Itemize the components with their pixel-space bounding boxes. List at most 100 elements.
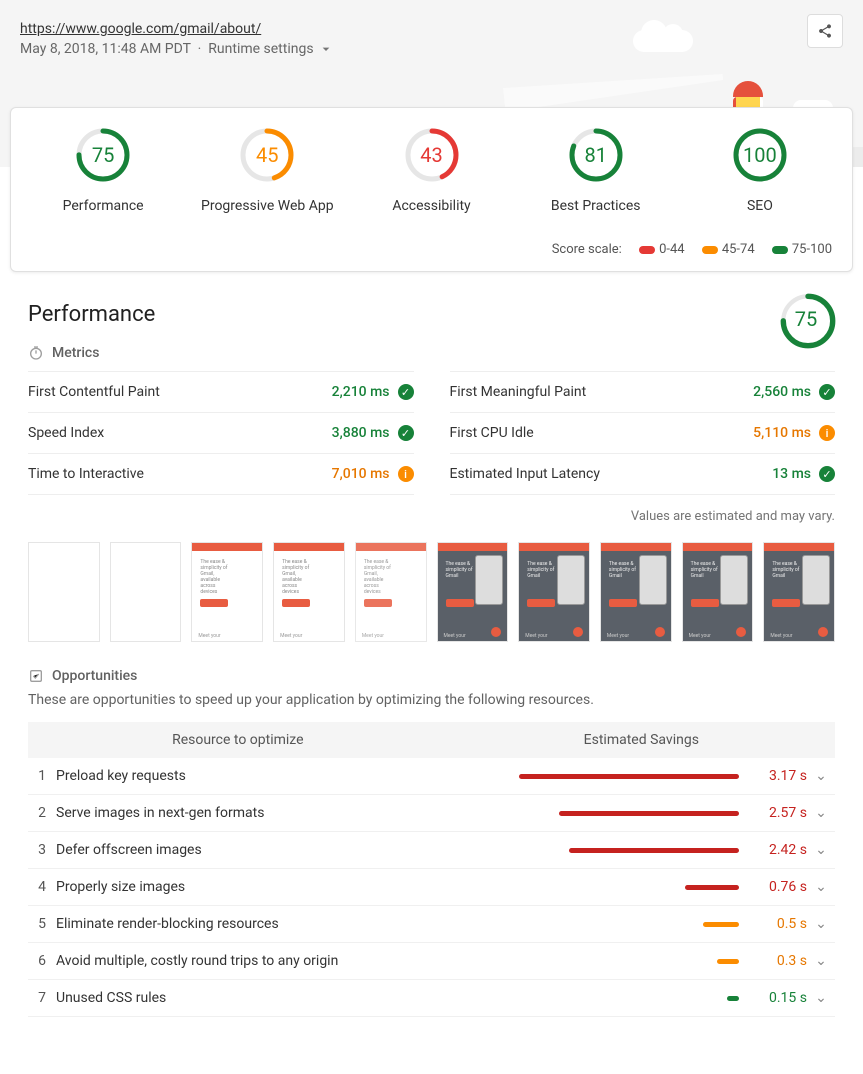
chevron-down-icon: ⌄ [807,879,835,895]
score-label: Progressive Web App [185,198,349,214]
opportunity-bar [476,922,747,927]
opportunity-index: 5 [28,916,56,932]
report-timestamp: May 8, 2018, 11:48 AM PDT [20,41,191,57]
metrics-heading: Metrics [28,345,835,361]
col-resource: Resource to optimize [28,732,448,748]
opportunity-bar [476,885,747,890]
opportunity-name: Serve images in next-gen formats [56,805,476,821]
filmstrip-frame: The ease &simplicity ofGmailMeet your [600,542,672,642]
metric-value: 13 ms✓ [772,466,835,482]
metric-name: First Meaningful Paint [450,384,587,400]
info-icon: i [819,425,835,441]
opportunity-bar [476,848,747,853]
filmstrip-frame [110,542,182,642]
filmstrip-frame: The ease &simplicity ofGmailMeet your [437,542,509,642]
score-gauge-accessibility[interactable]: 43 Accessibility [349,126,513,214]
metric-name: Estimated Input Latency [450,466,600,482]
opportunity-name: Eliminate render-blocking resources [56,916,476,932]
section-title: Performance [28,302,835,327]
opportunity-value: 0.5 s [747,916,807,932]
check-icon: ✓ [398,425,414,441]
opportunity-bar [476,811,747,816]
info-icon: i [398,466,414,482]
metric-name: Speed Index [28,425,104,441]
filmstrip-frame: The ease &simplicity ofGmailMeet your [682,542,754,642]
opportunity-name: Defer offscreen images [56,842,476,858]
score-gauge-seo[interactable]: 100 SEO [678,126,842,214]
check-icon: ✓ [819,466,835,482]
metric-value: 5,110 msi [753,425,835,441]
opportunity-name: Preload key requests [56,768,476,784]
metric-value: 3,880 ms✓ [332,425,414,441]
opportunity-row[interactable]: 4 Properly size images 0.76 s ⌄ [28,869,835,906]
runtime-settings-label: Runtime settings [208,41,313,57]
opportunity-name: Avoid multiple, costly round trips to an… [56,953,476,969]
filmstrip-frame: The ease &simplicity ofGmailMeet your [763,542,835,642]
check-icon: ✓ [398,384,414,400]
performance-section: Performance 75 Metrics First Contentful … [0,272,863,1027]
metric-value: 2,210 ms✓ [332,384,414,400]
performance-score-gauge: 75 [779,292,833,346]
score-label: Performance [21,198,185,214]
chevron-down-icon: ⌄ [807,953,835,969]
score-label: Accessibility [349,198,513,214]
scale-pill-green [772,246,788,254]
opportunity-row[interactable]: 7 Unused CSS rules 0.15 s ⌄ [28,980,835,1017]
check-icon: ✓ [819,384,835,400]
metric-name: Time to Interactive [28,466,144,482]
metric-name: First CPU Idle [450,425,534,441]
opportunity-value: 2.57 s [747,805,807,821]
scale-pill-orange [702,246,718,254]
opportunity-index: 1 [28,768,56,784]
filmstrip-frame: The ease &simplicity ofGmailMeet your [518,542,590,642]
chevron-down-icon: ⌄ [807,990,835,1006]
filmstrip-frame: The ease &simplicity ofGmail,availableac… [191,542,263,642]
tested-url-link[interactable]: https://www.google.com/gmail/about/ [20,21,261,37]
opportunity-value: 2.42 s [747,842,807,858]
share-icon [817,23,833,39]
metric-row: Speed Index 3,880 ms✓ [28,413,414,454]
opportunity-row[interactable]: 5 Eliminate render-blocking resources 0.… [28,906,835,943]
opportunities-icon [28,668,44,684]
opportunity-row[interactable]: 3 Defer offscreen images 2.42 s ⌄ [28,832,835,869]
stopwatch-icon [28,345,44,361]
score-gauge-best-practices[interactable]: 81 Best Practices [514,126,678,214]
opportunity-name: Properly size images [56,879,476,895]
opportunity-bar [476,996,747,1001]
metric-value: 7,010 msi [332,466,414,482]
cloud-icon [633,30,693,52]
metrics-note: Values are estimated and may vary. [28,509,835,524]
share-button[interactable] [807,14,843,48]
opportunities-heading: Opportunities [28,668,835,684]
runtime-settings-toggle[interactable]: Runtime settings [208,41,333,57]
opportunity-index: 2 [28,805,56,821]
opportunity-index: 3 [28,842,56,858]
score-gauge-performance[interactable]: 75 Performance [21,126,185,214]
score-label: SEO [678,198,842,214]
filmstrip-frame: The ease &simplicity ofGmail,availableac… [355,542,427,642]
score-gauge-progressive-web-app[interactable]: 45 Progressive Web App [185,126,349,214]
opportunity-row[interactable]: 2 Serve images in next-gen formats 2.57 … [28,795,835,832]
score-label: Best Practices [514,198,678,214]
scores-card: 75 Performance 45 Progressive Web App 43… [10,107,853,272]
metric-value: 2,560 ms✓ [753,384,835,400]
opportunity-row[interactable]: 1 Preload key requests 3.17 s ⌄ [28,758,835,795]
metric-row: Time to Interactive 7,010 msi [28,454,414,495]
opportunity-index: 7 [28,990,56,1006]
metric-name: First Contentful Paint [28,384,160,400]
chevron-down-icon [318,41,334,57]
col-savings: Estimated Savings [448,732,835,748]
scale-label: Score scale: [552,242,622,257]
opportunity-index: 6 [28,953,56,969]
opportunities-description: These are opportunities to speed up your… [28,692,835,708]
opportunity-name: Unused CSS rules [56,990,476,1006]
chevron-down-icon: ⌄ [807,768,835,784]
opportunity-row[interactable]: 6 Avoid multiple, costly round trips to … [28,943,835,980]
metric-row: First CPU Idle 5,110 msi [450,413,836,454]
chevron-down-icon: ⌄ [807,842,835,858]
scale-pill-red [639,246,655,254]
chevron-down-icon: ⌄ [807,916,835,932]
opportunity-value: 0.76 s [747,879,807,895]
opportunities-header-row: Resource to optimize Estimated Savings [28,722,835,758]
opportunity-bar [476,774,747,779]
